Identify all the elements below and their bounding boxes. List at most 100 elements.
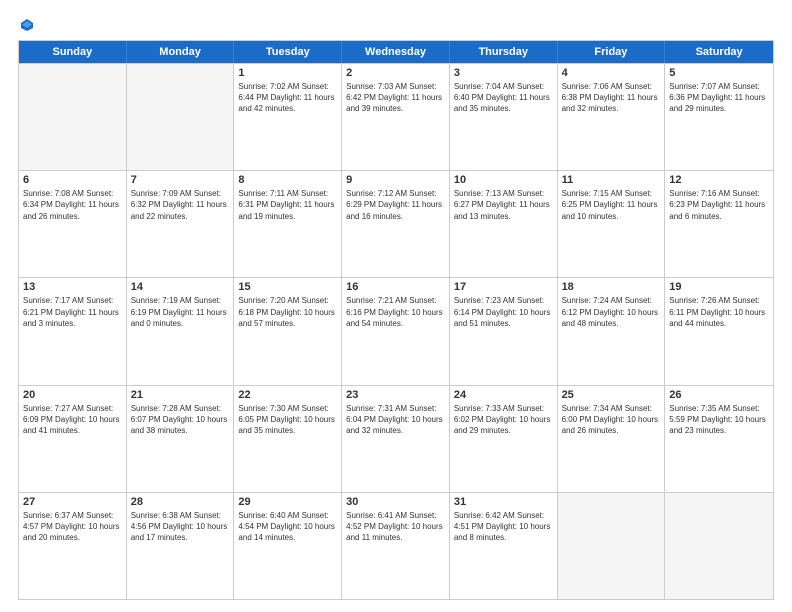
header: [18, 18, 774, 32]
cell-day-number: 2: [346, 67, 445, 79]
cell-info: Sunrise: 7:03 AM Sunset: 6:42 PM Dayligh…: [346, 81, 445, 115]
cell-day-number: 14: [131, 281, 230, 293]
cell-day-number: 24: [454, 389, 553, 401]
cell-info: Sunrise: 7:08 AM Sunset: 6:34 PM Dayligh…: [23, 188, 122, 222]
cell-day-number: 28: [131, 496, 230, 508]
cell-day-number: 3: [454, 67, 553, 79]
cell-info: Sunrise: 7:17 AM Sunset: 6:21 PM Dayligh…: [23, 295, 122, 329]
page: SundayMondayTuesdayWednesdayThursdayFrid…: [0, 0, 792, 612]
calendar-cell: 8 Sunrise: 7:11 AM Sunset: 6:31 PM Daylig…: [234, 171, 342, 277]
cell-info: Sunrise: 7:11 AM Sunset: 6:31 PM Dayligh…: [238, 188, 337, 222]
calendar-cell: 16 Sunrise: 7:21 AM Sunset: 6:16 PM Dayli…: [342, 278, 450, 384]
cell-day-number: 10: [454, 174, 553, 186]
cell-day-number: 26: [669, 389, 769, 401]
cell-info: Sunrise: 7:09 AM Sunset: 6:32 PM Dayligh…: [131, 188, 230, 222]
calendar-cell: 28 Sunrise: 6:38 AM Sunset: 4:56 PM Dayli…: [127, 493, 235, 599]
cell-day-number: 16: [346, 281, 445, 293]
cell-day-number: 22: [238, 389, 337, 401]
calendar-cell: 4 Sunrise: 7:06 AM Sunset: 6:38 PM Daylig…: [558, 64, 666, 170]
calendar-body: 1 Sunrise: 7:02 AM Sunset: 6:44 PM Daylig…: [19, 63, 773, 599]
cell-info: Sunrise: 7:13 AM Sunset: 6:27 PM Dayligh…: [454, 188, 553, 222]
cell-info: Sunrise: 7:02 AM Sunset: 6:44 PM Dayligh…: [238, 81, 337, 115]
cell-info: Sunrise: 7:34 AM Sunset: 6:00 PM Dayligh…: [562, 403, 661, 437]
calendar-cell: 21 Sunrise: 7:28 AM Sunset: 6:07 PM Dayli…: [127, 386, 235, 492]
cell-day-number: 13: [23, 281, 122, 293]
calendar-cell: 23Sunrise: 7:31 AM Sunset: 6:04 PM Dayli…: [342, 386, 450, 492]
cell-day-number: 25: [562, 389, 661, 401]
cell-info: Sunrise: 7:21 AM Sunset: 6:16 PM Dayligh…: [346, 295, 445, 329]
calendar-cell: 2 Sunrise: 7:03 AM Sunset: 6:42 PM Daylig…: [342, 64, 450, 170]
calendar-row: 6 Sunrise: 7:08 AM Sunset: 6:34 PM Daylig…: [19, 170, 773, 277]
cell-day-number: 31: [454, 496, 553, 508]
cell-info: Sunrise: 6:42 AM Sunset: 4:51 PM Dayligh…: [454, 510, 553, 544]
cell-info: Sunrise: 7:15 AM Sunset: 6:25 PM Dayligh…: [562, 188, 661, 222]
cell-info: Sunrise: 6:40 AM Sunset: 4:54 PM Dayligh…: [238, 510, 337, 544]
calendar-cell: 24Sunrise: 7:33 AM Sunset: 6:02 PM Dayli…: [450, 386, 558, 492]
cell-info: Sunrise: 7:26 AM Sunset: 6:11 PM Dayligh…: [669, 295, 769, 329]
calendar-cell: 12 Sunrise: 7:16 AM Sunset: 6:23 PM Dayli…: [665, 171, 773, 277]
calendar-cell: 20Sunrise: 7:27 AM Sunset: 6:09 PM Dayli…: [19, 386, 127, 492]
cell-info: Sunrise: 6:41 AM Sunset: 4:52 PM Dayligh…: [346, 510, 445, 544]
calendar-cell: [558, 493, 666, 599]
cell-info: Sunrise: 7:28 AM Sunset: 6:07 PM Dayligh…: [131, 403, 230, 437]
cell-info: Sunrise: 7:19 AM Sunset: 6:19 PM Dayligh…: [131, 295, 230, 329]
cell-day-number: 29: [238, 496, 337, 508]
calendar-cell: 10 Sunrise: 7:13 AM Sunset: 6:27 PM Dayli…: [450, 171, 558, 277]
cell-info: Sunrise: 7:04 AM Sunset: 6:40 PM Dayligh…: [454, 81, 553, 115]
calendar-cell: [127, 64, 235, 170]
cell-info: Sunrise: 6:37 AM Sunset: 4:57 PM Dayligh…: [23, 510, 122, 544]
cell-info: Sunrise: 7:30 AM Sunset: 6:05 PM Dayligh…: [238, 403, 337, 437]
cell-info: Sunrise: 7:35 AM Sunset: 5:59 PM Dayligh…: [669, 403, 769, 437]
calendar-row: 1 Sunrise: 7:02 AM Sunset: 6:44 PM Daylig…: [19, 63, 773, 170]
calendar-cell: 11 Sunrise: 7:15 AM Sunset: 6:25 PM Dayli…: [558, 171, 666, 277]
calendar: SundayMondayTuesdayWednesdayThursdayFrid…: [18, 40, 774, 600]
calendar-cell: 19 Sunrise: 7:26 AM Sunset: 6:11 PM Dayli…: [665, 278, 773, 384]
cell-info: Sunrise: 6:38 AM Sunset: 4:56 PM Dayligh…: [131, 510, 230, 544]
calendar-cell: 3 Sunrise: 7:04 AM Sunset: 6:40 PM Daylig…: [450, 64, 558, 170]
cell-day-number: 12: [669, 174, 769, 186]
calendar-row: 27 Sunrise: 6:37 AM Sunset: 4:57 PM Dayli…: [19, 492, 773, 599]
weekday-header: Friday: [558, 41, 666, 63]
cell-info: Sunrise: 7:12 AM Sunset: 6:29 PM Dayligh…: [346, 188, 445, 222]
cell-info: Sunrise: 7:20 AM Sunset: 6:18 PM Dayligh…: [238, 295, 337, 329]
cell-day-number: 7: [131, 174, 230, 186]
cell-day-number: 4: [562, 67, 661, 79]
cell-info: Sunrise: 7:16 AM Sunset: 6:23 PM Dayligh…: [669, 188, 769, 222]
calendar-cell: 5Sunrise: 7:07 AM Sunset: 6:36 PM Daylig…: [665, 64, 773, 170]
weekday-header: Tuesday: [234, 41, 342, 63]
cell-info: Sunrise: 7:31 AM Sunset: 6:04 PM Dayligh…: [346, 403, 445, 437]
cell-day-number: 30: [346, 496, 445, 508]
calendar-cell: 18 Sunrise: 7:24 AM Sunset: 6:12 PM Dayli…: [558, 278, 666, 384]
cell-info: Sunrise: 7:06 AM Sunset: 6:38 PM Dayligh…: [562, 81, 661, 115]
calendar-cell: 15 Sunrise: 7:20 AM Sunset: 6:18 PM Dayli…: [234, 278, 342, 384]
calendar-cell: [665, 493, 773, 599]
cell-day-number: 19: [669, 281, 769, 293]
calendar-cell: 17 Sunrise: 7:23 AM Sunset: 6:14 PM Dayli…: [450, 278, 558, 384]
cell-day-number: 11: [562, 174, 661, 186]
calendar-cell: 26 Sunrise: 7:35 AM Sunset: 5:59 PM Dayli…: [665, 386, 773, 492]
cell-day-number: 27: [23, 496, 122, 508]
weekday-header: Sunday: [19, 41, 127, 63]
cell-day-number: 20: [23, 389, 122, 401]
weekday-header: Wednesday: [342, 41, 450, 63]
cell-info: Sunrise: 7:23 AM Sunset: 6:14 PM Dayligh…: [454, 295, 553, 329]
cell-info: Sunrise: 7:24 AM Sunset: 6:12 PM Dayligh…: [562, 295, 661, 329]
calendar-cell: 27 Sunrise: 6:37 AM Sunset: 4:57 PM Dayli…: [19, 493, 127, 599]
calendar-cell: 7 Sunrise: 7:09 AM Sunset: 6:32 PM Daylig…: [127, 171, 235, 277]
cell-day-number: 17: [454, 281, 553, 293]
calendar-row: 13 Sunrise: 7:17 AM Sunset: 6:21 PM Dayli…: [19, 277, 773, 384]
calendar-row: 20Sunrise: 7:27 AM Sunset: 6:09 PM Dayli…: [19, 385, 773, 492]
cell-day-number: 18: [562, 281, 661, 293]
cell-day-number: 6: [23, 174, 122, 186]
calendar-cell: 13 Sunrise: 7:17 AM Sunset: 6:21 PM Dayli…: [19, 278, 127, 384]
cell-day-number: 15: [238, 281, 337, 293]
logo-text: [18, 18, 34, 32]
calendar-cell: 31 Sunrise: 6:42 AM Sunset: 4:51 PM Dayli…: [450, 493, 558, 599]
calendar-cell: 22 Sunrise: 7:30 AM Sunset: 6:05 PM Dayli…: [234, 386, 342, 492]
cell-info: Sunrise: 7:07 AM Sunset: 6:36 PM Dayligh…: [669, 81, 769, 115]
cell-day-number: 8: [238, 174, 337, 186]
cell-day-number: 21: [131, 389, 230, 401]
calendar-cell: 29 Sunrise: 6:40 AM Sunset: 4:54 PM Dayli…: [234, 493, 342, 599]
calendar-header: SundayMondayTuesdayWednesdayThursdayFrid…: [19, 41, 773, 63]
cell-day-number: 1: [238, 67, 337, 79]
